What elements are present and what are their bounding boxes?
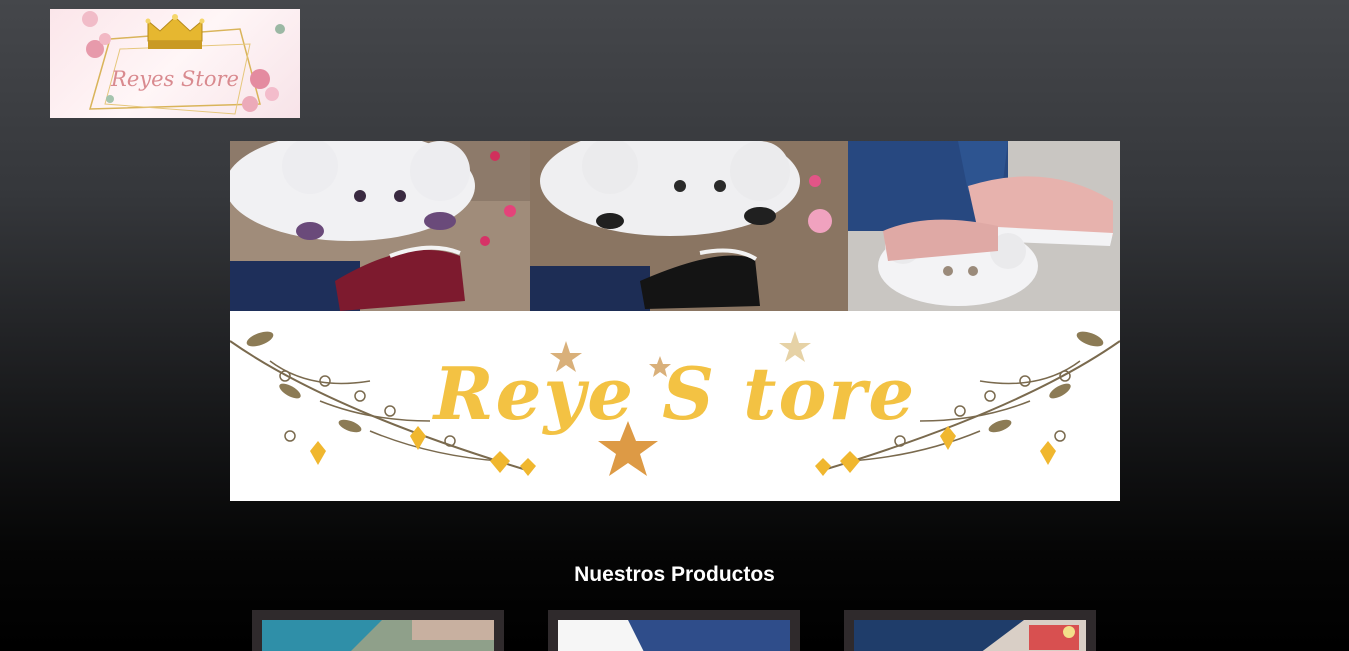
products-title: Nuestros Productos	[574, 563, 775, 586]
photo-strip	[230, 141, 1120, 311]
sneaker-pink-photo	[848, 141, 1120, 311]
product-card-2[interactable]	[548, 610, 800, 651]
product-card-3[interactable]	[844, 610, 1096, 651]
product-image[interactable]	[558, 620, 790, 651]
logo-artwork	[82, 11, 285, 115]
crown-icon	[145, 14, 205, 49]
hero-banner: Reye S tore	[230, 141, 1120, 501]
product-image[interactable]	[854, 620, 1086, 651]
store-logo[interactable]: Reyes Store	[50, 9, 300, 118]
sneaker-black-photo	[530, 141, 848, 311]
product-image[interactable]	[262, 620, 494, 651]
brand-text: Reye S tore	[433, 351, 917, 436]
logo-text: Reyes Store	[111, 67, 239, 91]
sneaker-burgundy-photo	[230, 141, 530, 311]
product-card-1[interactable]	[252, 610, 504, 651]
